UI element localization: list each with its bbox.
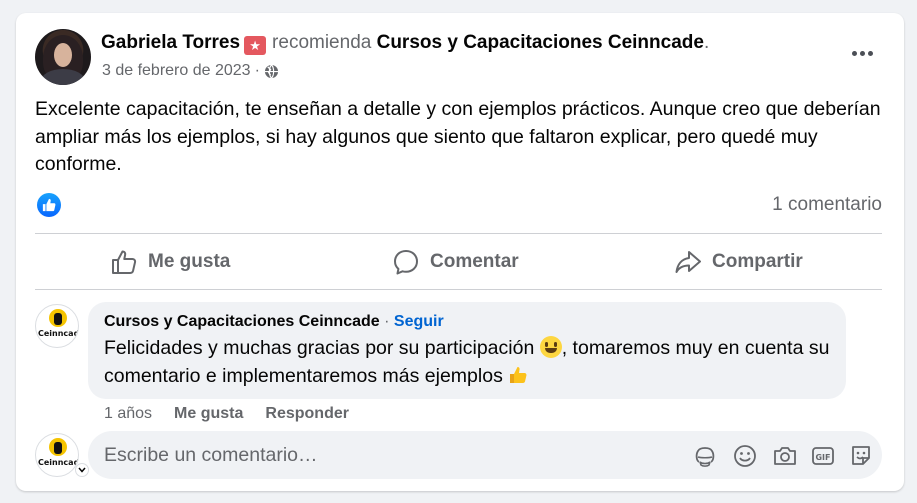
emoji-icon[interactable]	[732, 443, 758, 469]
like-label: Me gusta	[148, 251, 231, 272]
globe-icon	[264, 64, 278, 78]
comment-separator: ·	[384, 313, 390, 330]
share-button[interactable]: Compartir	[674, 243, 803, 281]
comment-text-part1: Felicidades y muchas gracias por su part…	[104, 337, 535, 359]
svg-text:GIF: GIF	[815, 453, 830, 462]
comment-actions: 1 años Me gusta Responder	[104, 405, 349, 423]
comment-label: Comentar	[430, 251, 519, 272]
follow-link[interactable]: Seguir	[394, 313, 444, 330]
comment-bubble: Cursos y Capacitaciones Ceinncade · Segu…	[88, 302, 846, 399]
thumbs-up-emoji-icon	[510, 367, 527, 383]
avatar-logo-text: Ceinncade	[38, 329, 79, 338]
comment-icon	[394, 250, 418, 275]
date-separator: ·	[254, 62, 260, 79]
comment-composer[interactable]: GIF	[88, 431, 882, 479]
recommends-label: recomienda	[272, 32, 372, 53]
post-card: Gabriela Torres ★ recomienda Cursos y Capa…	[16, 13, 904, 491]
more-options-icon[interactable]	[844, 41, 880, 65]
header-period: .	[703, 32, 710, 53]
comment-text: Felicidades y muchas gracias por su part…	[104, 334, 830, 390]
page-name-link[interactable]: Cursos y Capacitaciones Ceinncade	[377, 32, 704, 53]
comment-input[interactable]	[104, 431, 664, 479]
comment-like-link[interactable]: Me gusta	[174, 405, 243, 423]
recommend-badge-icon: ★	[244, 36, 267, 55]
avatar-sticker-icon[interactable]	[692, 443, 718, 469]
comment-count[interactable]: 1 comentario	[772, 194, 882, 216]
comment-age[interactable]: 1 años	[104, 405, 152, 423]
comment-reply-link[interactable]: Responder	[265, 405, 349, 423]
comment-author[interactable]: Cursos y Capacitaciones Ceinncade	[104, 313, 380, 330]
smile-emoji-icon	[539, 336, 562, 358]
share-label: Compartir	[712, 251, 803, 272]
like-icon	[112, 250, 137, 274]
post-date[interactable]: 3 de febrero de 2023	[102, 62, 251, 80]
viewer-avatar[interactable]: Ceinncade	[35, 433, 79, 477]
camera-icon[interactable]	[772, 443, 798, 469]
post-header: Gabriela Torres ★ recomienda Cursos y Capa…	[101, 32, 709, 55]
chevron-down-icon[interactable]	[75, 463, 89, 477]
author-name[interactable]: Gabriela Torres	[101, 32, 240, 53]
comment-button[interactable]: Comentar	[392, 243, 519, 281]
post-body: Excelente capacitación, te enseñan a det…	[35, 98, 881, 175]
sticker-icon[interactable]	[848, 443, 874, 469]
like-reaction-icon[interactable]	[37, 193, 61, 217]
page-avatar[interactable]: Ceinncade	[35, 304, 79, 348]
author-avatar[interactable]	[35, 29, 91, 85]
divider	[35, 233, 882, 234]
gif-icon[interactable]: GIF	[810, 443, 836, 469]
like-button[interactable]: Me gusta	[110, 243, 230, 281]
divider	[35, 289, 882, 290]
share-icon	[675, 251, 701, 273]
avatar-logo-text: Ceinncade	[38, 458, 79, 467]
post-meta: 3 de febrero de 2023 ·	[102, 62, 279, 80]
